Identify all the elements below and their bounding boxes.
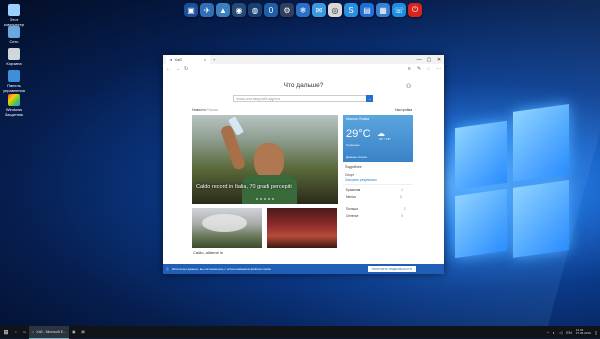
globe-icon[interactable]: ◍ — [248, 3, 262, 17]
files-icon[interactable]: ▤ — [360, 3, 374, 17]
forward-icon[interactable]: → — [175, 66, 180, 72]
folder-icon[interactable]: ▣ — [184, 3, 198, 17]
network-icon — [8, 26, 20, 38]
clock[interactable]: 12:34 27.06.2019 — [576, 328, 591, 336]
dock-bar: ▣ ✈ ▲ ◉ ◍ 0 ⚙ ❄ ✉ ◎ S ▤ ▦ ☏ ⏻ — [184, 3, 422, 20]
score-row: Польша 2 — [346, 207, 406, 211]
windows-flag-icon — [8, 94, 20, 106]
scores-card[interactable]: Бразилия 1 Mexico 0 Польша 2 Сенегал 0 — [343, 184, 413, 265]
settings-icon[interactable]: ⚙ — [280, 3, 294, 17]
recycle-bin-icon — [8, 48, 20, 60]
explorer-icon[interactable]: ▤ — [78, 326, 87, 338]
taskbar: ⊞ ⌕ ▭ e Хаб - Microsoft E... ▣ ▤ ^ ◐ ◁ E… — [0, 325, 600, 339]
title-bar: ● Хаб × + — ▢ ✕ — [163, 55, 444, 64]
side-link-sport[interactable]: Спорт — [345, 173, 354, 177]
search-icon[interactable]: ⌕ — [12, 326, 20, 338]
language-indicator[interactable]: EN — [566, 330, 572, 335]
start-button[interactable]: ⊞ — [0, 326, 12, 338]
notes-icon[interactable]: ✎ — [417, 66, 421, 72]
circle-icon[interactable]: 0 — [264, 3, 278, 17]
power-icon[interactable]: ⏻ — [408, 3, 422, 17]
bird-icon[interactable]: ✈ — [200, 3, 214, 17]
weather-more-link[interactable]: Подробнее — [345, 165, 362, 169]
close-tab-icon[interactable]: × — [204, 57, 206, 62]
page-question: Что дальше? — [283, 82, 324, 89]
desktop-icon-recycle-bin[interactable]: Корзина — [2, 48, 26, 66]
computer-icon — [8, 4, 20, 16]
windows-logo — [455, 104, 570, 268]
more-icon[interactable]: ··· — [436, 66, 441, 72]
chevron-up-icon[interactable]: ^ — [547, 330, 549, 335]
browser-tab[interactable]: ● Хаб × — [166, 55, 210, 64]
search-button[interactable]: → — [366, 95, 373, 102]
score-row: Сенегал 0 — [346, 214, 404, 218]
back-icon[interactable]: ← — [166, 66, 171, 72]
tab-favicon-icon: ● — [170, 57, 173, 62]
share-icon[interactable]: ◌ — [427, 66, 430, 72]
store-icon[interactable]: ▣ — [69, 326, 78, 338]
cookie-banner: ⓘ Используя данные, вы соглашаетесь с ис… — [163, 264, 444, 274]
news-thumbnail-fire[interactable] — [192, 208, 262, 248]
info-icon: ⓘ — [166, 267, 170, 271]
new-tab-page: Что дальше? ⚇ поиск или ввод веб-адреса … — [163, 74, 444, 264]
desktop-icon-defender[interactable]: Windows Защитник — [2, 94, 26, 117]
edge-icon: e — [32, 329, 35, 334]
hero-caption: Caldo record in Italia, 70 gradi percepi… — [196, 184, 292, 190]
skype-icon[interactable]: S — [344, 3, 358, 17]
refresh-icon[interactable]: ↻ — [184, 66, 188, 72]
hero-news-card[interactable]: Caldo record in Italia, 70 gradi percepi… — [192, 115, 338, 204]
maximize-icon[interactable]: ▢ — [424, 57, 434, 63]
hero-image — [254, 143, 284, 179]
carousel-dots[interactable] — [256, 198, 274, 200]
photos-icon[interactable]: ▲ — [216, 3, 230, 17]
control-panel-icon — [8, 70, 20, 82]
weather-card[interactable]: Moscow, Russia 29°C ☁ 31° / 18° Солнечно… — [343, 115, 413, 162]
desktop-icon-computer[interactable]: Этот компьютер — [2, 4, 26, 27]
network-tray-icon[interactable]: ◐ — [553, 330, 555, 335]
browser-window: ● Хаб × + — ▢ ✕ ← → ↻ ≡ ✎ ◌ ··· Что даль… — [163, 55, 444, 274]
desktop-icon-network[interactable]: Сеть — [2, 26, 26, 44]
score-row: Бразилия 1 — [346, 188, 403, 192]
system-tray: ^ ◐ ◁ EN 12:34 27.06.2019 ▯ — [547, 328, 600, 336]
volume-icon[interactable]: ◁ — [559, 330, 562, 335]
news-nav[interactable]: Новости Россия — [192, 108, 218, 112]
side-link-results[interactable]: Смотреть результаты — [345, 178, 377, 182]
notifications-icon[interactable]: ▯ — [595, 330, 597, 335]
news-thumbnail-parliament[interactable] — [267, 208, 337, 248]
account-icon[interactable]: ⚇ — [406, 83, 411, 90]
close-icon[interactable]: ✕ — [434, 57, 444, 63]
score-row: Mexico 0 — [346, 195, 402, 199]
task-view-icon[interactable]: ▭ — [20, 326, 29, 338]
phone-icon[interactable]: ☏ — [392, 3, 406, 17]
disc-icon[interactable]: ◎ — [328, 3, 342, 17]
calendar-icon[interactable]: ▦ — [376, 3, 390, 17]
taskbar-item-edge[interactable]: e Хаб - Microsoft E... — [29, 325, 70, 339]
weather-temp: 29°C — [346, 128, 371, 140]
customize-link[interactable]: Настройка — [395, 108, 412, 112]
new-tab-icon[interactable]: + — [213, 57, 215, 62]
cookie-accept-button[interactable]: ПОЛУЧИТЬ ПОДРОБНОСТИ — [367, 266, 416, 272]
snowflake-icon[interactable]: ❄ — [296, 3, 310, 17]
eye-icon[interactable]: ◉ — [232, 3, 246, 17]
search-input[interactable]: поиск или ввод веб-адреса — [233, 95, 373, 102]
thumb-left-title: Caldo, allarme in — [193, 250, 224, 255]
reading-list-icon[interactable]: ≡ — [408, 66, 411, 72]
desktop-icon-control-panel[interactable]: Панель управления — [2, 70, 26, 93]
minimize-icon[interactable]: — — [414, 57, 424, 63]
network-icon[interactable]: ✉ — [312, 3, 326, 17]
